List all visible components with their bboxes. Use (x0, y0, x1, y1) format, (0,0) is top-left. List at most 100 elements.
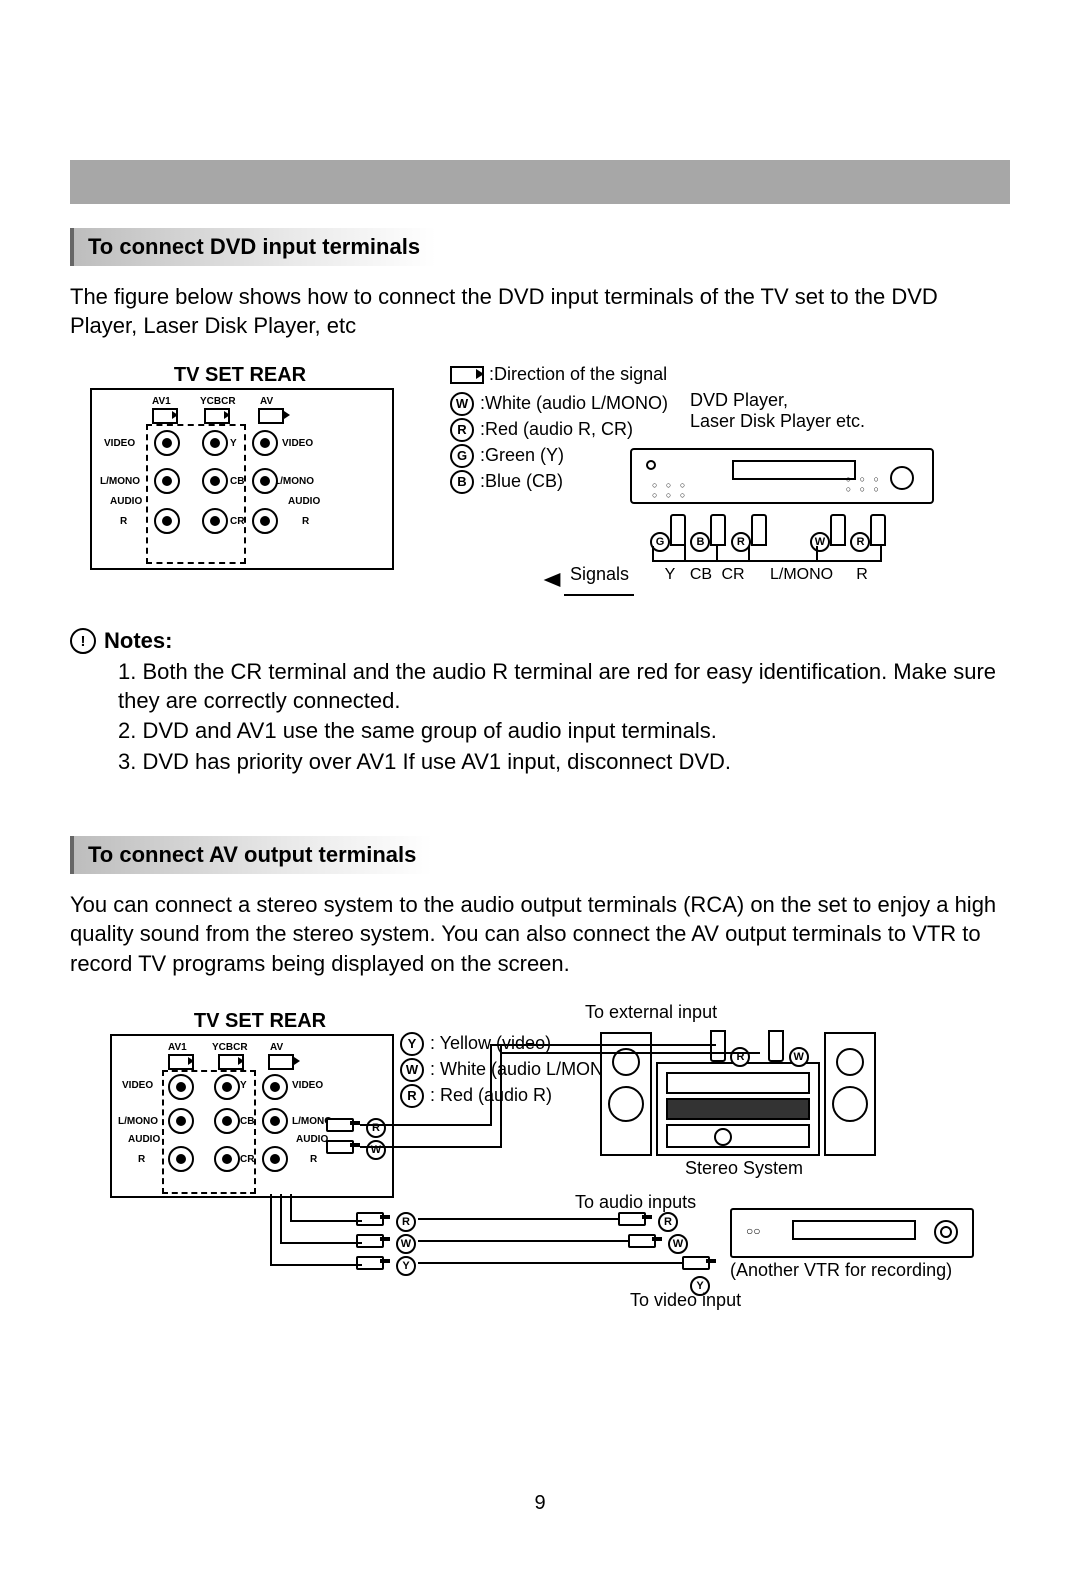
vtr-label: (Another VTR for recording) (730, 1260, 952, 1281)
yc-y: Y (230, 438, 237, 449)
sig-y: Y (660, 566, 680, 584)
row2-r-r: R (310, 1154, 317, 1165)
col2-yc: YCBCR (212, 1042, 248, 1053)
note-2: 2. DVD and AV1 use the same group of aud… (118, 717, 1010, 746)
row-lmono-r: L/MONO (274, 476, 314, 487)
col-avout: AV (260, 396, 273, 407)
section-dvd-heading: To connect DVD input terminals (70, 228, 1010, 266)
jack-avout-lmono (252, 468, 278, 494)
note-3: 3. DVD has priority over AV1 If use AV1 … (118, 748, 1010, 777)
legend-b: B:Blue (CB) (450, 470, 563, 494)
jack-av1-lmono (154, 468, 180, 494)
col-yc: YCBCR (200, 396, 236, 407)
vtr-box: ○○ (730, 1208, 974, 1258)
legend-r-icon: R (450, 418, 474, 442)
notes-icon: ! (70, 628, 96, 654)
row-audio-l: AUDIO (110, 496, 142, 507)
rca-w-label-1: W (366, 1140, 386, 1160)
signals-arrow-icon (544, 573, 561, 587)
jack-avout-video (252, 430, 278, 456)
ck-w-icon: W (400, 1058, 424, 1082)
stereo-input-plugs: R W (710, 1026, 809, 1068)
yc-cb: CB (230, 476, 244, 487)
rca-r-label-2: R (396, 1212, 416, 1232)
sig-cr: CR (720, 566, 746, 584)
section-av-heading: To connect AV output terminals (70, 836, 1010, 874)
color-key-w: W: White (audio L/MONO) (400, 1058, 623, 1082)
row-video-r: VIDEO (282, 438, 313, 449)
row-lmono-l: L/MONO (100, 476, 140, 487)
rca-y-label-2: Y (396, 1256, 416, 1276)
dvd-device-label: DVD Player, Laser Disk Player etc. (690, 390, 950, 432)
jack2-av1-lmono (168, 1108, 194, 1134)
jack-yc-cr (202, 508, 228, 534)
notes-list: 1. Both the CR terminal and the audio R … (70, 658, 1010, 776)
col2-av1: AV1 (168, 1042, 187, 1053)
yc2-cb: CB (240, 1116, 254, 1127)
stereo-system-label: Stereo System (685, 1158, 803, 1179)
jack2-avout-r (262, 1146, 288, 1172)
header-band (70, 160, 1010, 204)
tv-rear-title-2: TV SET REAR (150, 1010, 370, 1033)
jack-avout-r (252, 508, 278, 534)
legend-r: R:Red (audio R, CR) (450, 418, 633, 442)
legend-g-icon: G (450, 444, 474, 468)
avout-arrow-icon-2 (268, 1054, 294, 1070)
tv-rear-title-1: TV SET REAR (130, 364, 350, 387)
row2-audio-l: AUDIO (128, 1134, 160, 1145)
speaker-left (600, 1032, 652, 1156)
diagram-dvd: TV SET REAR AV1 YCBCR AV VIDEO Y VIDEO L… (70, 364, 1010, 614)
rca-r-label-1: R (366, 1118, 386, 1138)
ck-r-icon: R (400, 1084, 424, 1108)
stereo-main (656, 1062, 820, 1156)
row2-lmono-l: L/MONO (118, 1116, 158, 1127)
jack2-av1-r (168, 1146, 194, 1172)
speaker-right (824, 1032, 876, 1156)
sig-r: R (852, 566, 872, 584)
jack-yc-cb (202, 468, 228, 494)
rca-w-label-3: W (668, 1234, 688, 1254)
av1-arrow-icon-2 (168, 1054, 194, 1070)
row2-audio-r: AUDIO (296, 1134, 328, 1145)
row2-r-l: R (138, 1154, 145, 1165)
jack2-yc-cb (214, 1108, 240, 1134)
legend-b-icon: B (450, 470, 474, 494)
notes-title: Notes: (104, 628, 172, 654)
col-av1: AV1 (152, 396, 171, 407)
yc-arrow-icon (204, 408, 230, 424)
plug-group-audio: W R (810, 510, 886, 552)
jack-av1-r (154, 508, 180, 534)
jack2-yc-cr (214, 1146, 240, 1172)
col2-avout: AV (270, 1042, 283, 1053)
legend-w-icon: W (450, 392, 474, 416)
yc-cr: CR (230, 516, 244, 527)
jack-yc-y (202, 430, 228, 456)
row-video-l: VIDEO (104, 438, 135, 449)
jack-av1-video (154, 430, 180, 456)
row2-video-r: VIDEO (292, 1080, 323, 1091)
notes-heading: ! Notes: (70, 628, 1010, 654)
row-r-l: R (120, 516, 127, 527)
signals-label: Signals (570, 564, 629, 585)
ck-y-icon: Y (400, 1032, 424, 1056)
yc-arrow-icon-2 (218, 1054, 244, 1070)
legend-w: W:White (audio L/MONO) (450, 392, 668, 416)
diagram-av: To external input TV SET REAR AV1 YCBCR … (70, 1002, 1010, 1312)
page-number: 9 (70, 1492, 1010, 1515)
rca-w-label-2: W (396, 1234, 416, 1254)
jack2-avout-video (262, 1074, 288, 1100)
legend-direction: :Direction of the signal (450, 364, 667, 385)
jack2-av1-video (168, 1074, 194, 1100)
yc2-y: Y (240, 1080, 247, 1091)
section-av-title: To connect AV output terminals (70, 836, 432, 874)
row-audio-r: AUDIO (288, 496, 320, 507)
yc2-cr: CR (240, 1154, 254, 1165)
legend-g: G:Green (Y) (450, 444, 564, 468)
color-key-r: R: Red (audio R) (400, 1084, 552, 1108)
legend-direction-text: :Direction of the signal (489, 364, 667, 384)
row-r-r: R (302, 516, 309, 527)
jack2-yc-y (214, 1074, 240, 1100)
sig-lmono: L/MONO (770, 566, 830, 584)
to-audio-inputs: To audio inputs (575, 1192, 696, 1213)
dvd-intro-text: The figure below shows how to connect th… (70, 282, 1010, 340)
